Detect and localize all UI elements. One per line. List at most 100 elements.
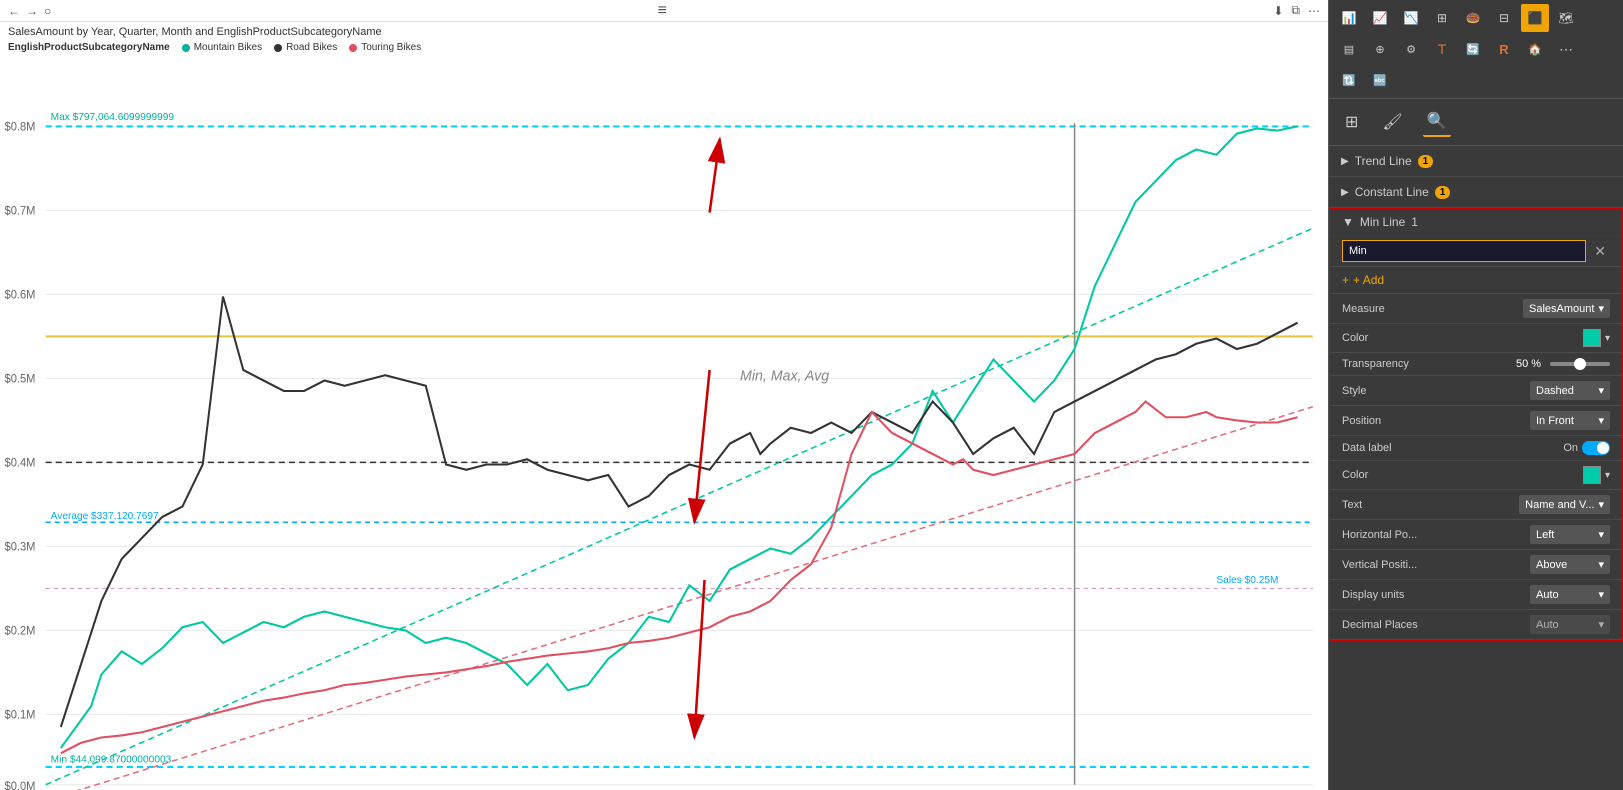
- svg-text:$0.7M: $0.7M: [5, 205, 36, 217]
- horiz-pos-label: Horizontal Po...: [1342, 529, 1432, 541]
- position-value: In Front ▾: [1440, 411, 1610, 430]
- vert-pos-dropdown-arrow: ▾: [1598, 558, 1604, 571]
- menu-icon[interactable]: ≡: [658, 2, 667, 19]
- panel-icon-active[interactable]: ⬛: [1521, 4, 1549, 32]
- position-dropdown-arrow: ▾: [1598, 414, 1604, 427]
- decimal-places-dropdown[interactable]: Auto ▾: [1530, 615, 1610, 634]
- vert-pos-value: Above ▾: [1440, 555, 1610, 574]
- trend-line-label: Trend Line: [1355, 154, 1412, 168]
- more-icon[interactable]: ⋯: [1308, 4, 1320, 18]
- circle-icon: ○: [44, 4, 51, 18]
- min-line-chevron: ▼: [1342, 215, 1354, 229]
- svg-text:$0.2M: $0.2M: [5, 625, 36, 637]
- svg-text:Sales $0.25M: Sales $0.25M: [1216, 575, 1278, 586]
- panel-icon-r6[interactable]: R: [1490, 35, 1518, 63]
- top-toolbar: ← → ○ ≡ ⬇ ⧉ ⋯: [0, 0, 1328, 22]
- panel-icon-r2[interactable]: ⊕: [1366, 35, 1394, 63]
- style-label: Style: [1342, 385, 1432, 397]
- position-dropdown[interactable]: In Front ▾: [1530, 411, 1610, 430]
- panel-icon-pie[interactable]: 🍩: [1459, 4, 1487, 32]
- min-line-name-input[interactable]: [1342, 240, 1586, 262]
- display-units-dropdown[interactable]: Auto ▾: [1530, 585, 1610, 604]
- panel-icon-r3[interactable]: ⚙: [1397, 35, 1425, 63]
- text-row: Text Name and V... ▾: [1330, 490, 1622, 520]
- svg-text:$0.6M: $0.6M: [5, 289, 36, 301]
- constant-line-count: 1: [1435, 186, 1451, 199]
- svg-text:Max $797,064.6099999999: Max $797,064.6099999999: [51, 112, 175, 123]
- color-label-2: Color: [1342, 469, 1432, 481]
- decimal-places-dropdown-arrow: ▾: [1598, 618, 1604, 631]
- transparency-slider[interactable]: [1550, 362, 1610, 366]
- panel-icon-r4[interactable]: T: [1428, 35, 1456, 63]
- svg-text:$0.3M: $0.3M: [5, 541, 36, 553]
- chart-canvas: $0.8M $0.7M $0.6M $0.5M $0.4M $0.3M $0.2…: [0, 55, 1328, 790]
- tab-format[interactable]: 🖌: [1378, 108, 1406, 136]
- chart-area: ← → ○ ≡ ⬇ ⧉ ⋯ SalesAmount by Year, Quart…: [0, 0, 1328, 790]
- color-row-2: Color ▾: [1330, 461, 1622, 490]
- panel-icon-table[interactable]: ⊞: [1428, 4, 1456, 32]
- decimal-places-dropdown-text: Auto: [1536, 619, 1559, 631]
- toolbar-center: ≡: [658, 2, 667, 20]
- panel-icon-r1[interactable]: ▤: [1335, 35, 1363, 63]
- panel-icon-matrix[interactable]: ⊟: [1490, 4, 1518, 32]
- style-row: Style Dashed ▾: [1330, 376, 1622, 406]
- panel-icon-line[interactable]: 📈: [1366, 4, 1394, 32]
- style-value: Dashed ▾: [1440, 381, 1610, 400]
- data-label-row: Data label On: [1330, 436, 1622, 461]
- panel-icon-s2[interactable]: 🔤: [1366, 66, 1394, 94]
- transparency-value-container: 50 %: [1440, 358, 1610, 370]
- constant-line-section[interactable]: ▶ Constant Line 1: [1329, 177, 1623, 208]
- color-dropdown-arrow-1: ▾: [1605, 333, 1610, 344]
- name-input-clear[interactable]: ✕: [1590, 241, 1610, 262]
- measure-dropdown[interactable]: SalesAmount ▾: [1523, 299, 1610, 318]
- horiz-pos-dropdown-arrow: ▾: [1598, 528, 1604, 541]
- vert-pos-dropdown[interactable]: Above ▾: [1530, 555, 1610, 574]
- min-line-count: 1: [1411, 215, 1418, 229]
- back-icon[interactable]: ←: [8, 4, 20, 18]
- road-bikes-dot: [274, 44, 282, 52]
- trend-line-count: 1: [1418, 155, 1434, 168]
- style-dropdown[interactable]: Dashed ▾: [1530, 381, 1610, 400]
- horiz-pos-dropdown[interactable]: Left ▾: [1530, 525, 1610, 544]
- panel-icon-r5[interactable]: 🔄: [1459, 35, 1487, 63]
- text-dropdown[interactable]: Name and V... ▾: [1519, 495, 1610, 514]
- color-swatch-2[interactable]: [1583, 466, 1601, 484]
- min-line-header[interactable]: ▼ Min Line 1: [1330, 209, 1622, 236]
- panel-icon-bar[interactable]: 📊: [1335, 4, 1363, 32]
- toggle-on-text: On: [1563, 442, 1578, 454]
- window-icon[interactable]: ⧉: [1291, 3, 1300, 18]
- panel-icon-map[interactable]: 🗺: [1552, 4, 1580, 32]
- download-icon[interactable]: ⬇: [1273, 4, 1283, 18]
- panel-icon-area[interactable]: 📉: [1397, 4, 1425, 32]
- toolbar-left: ← → ○: [8, 4, 51, 18]
- panel-icon-s1[interactable]: 🔃: [1335, 66, 1363, 94]
- toggle-track[interactable]: [1582, 441, 1610, 455]
- legend-touring-bikes: Touring Bikes: [349, 42, 421, 53]
- mountain-bikes-label: Mountain Bikes: [194, 42, 262, 53]
- data-label-value: On: [1440, 441, 1610, 455]
- vert-pos-row: Vertical Positi... Above ▾: [1330, 550, 1622, 580]
- name-input-row: ✕: [1330, 236, 1622, 267]
- transparency-thumb: [1574, 358, 1586, 370]
- svg-text:$0.4M: $0.4M: [5, 457, 36, 469]
- position-label: Position: [1342, 415, 1432, 427]
- style-dropdown-text: Dashed: [1536, 385, 1574, 397]
- panel-tabs: ⊞ 🖌 🔍: [1329, 99, 1623, 146]
- forward-icon[interactable]: →: [26, 4, 38, 18]
- tab-fields[interactable]: ⊞: [1341, 108, 1362, 136]
- trend-line-chevron: ▶: [1341, 156, 1349, 167]
- panel-icon-r7[interactable]: 🏠: [1521, 35, 1549, 63]
- panel-icon-r8[interactable]: ⋯: [1552, 35, 1580, 63]
- add-button[interactable]: + + Add: [1330, 267, 1622, 294]
- position-dropdown-text: In Front: [1536, 415, 1574, 427]
- decimal-places-label: Decimal Places: [1342, 619, 1432, 631]
- panel-content: ▶ Trend Line 1 ▶ Constant Line 1 ▼ Min L…: [1329, 146, 1623, 790]
- road-bikes-label: Road Bikes: [286, 42, 337, 53]
- text-dropdown-arrow: ▾: [1598, 498, 1604, 511]
- color-swatch-1[interactable]: [1583, 329, 1601, 347]
- trend-line-section[interactable]: ▶ Trend Line 1: [1329, 146, 1623, 177]
- tab-analytics[interactable]: 🔍: [1423, 107, 1451, 137]
- text-label: Text: [1342, 499, 1432, 511]
- position-row: Position In Front ▾: [1330, 406, 1622, 436]
- horiz-pos-dropdown-text: Left: [1536, 529, 1554, 541]
